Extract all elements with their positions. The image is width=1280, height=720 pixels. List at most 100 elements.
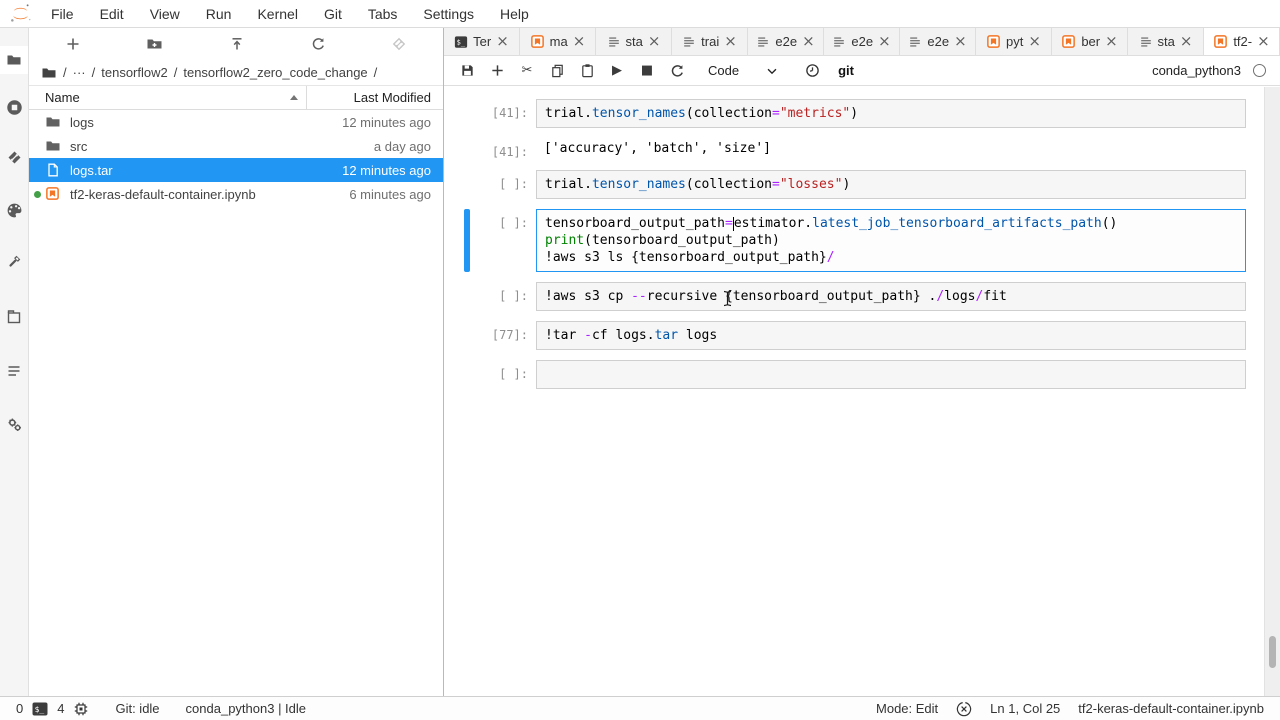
file-list-header: Name Last Modified bbox=[29, 85, 443, 110]
breadcrumb-segment[interactable]: tensorflow2 bbox=[101, 65, 167, 80]
tab-ter-0[interactable]: $_Ter× bbox=[444, 28, 520, 55]
close-icon[interactable]: × bbox=[954, 34, 967, 49]
tab-ma-1[interactable]: ma× bbox=[520, 28, 596, 55]
tab-e2e-4[interactable]: e2e× bbox=[748, 28, 824, 55]
notebook-cell[interactable]: [ ]:trial.tensor_names(collection="losse… bbox=[444, 170, 1246, 199]
column-name-label: Name bbox=[45, 90, 80, 105]
column-header-name[interactable]: Name bbox=[29, 86, 306, 109]
notebook-cell[interactable]: [77]:!tar -cf logs.tar logs bbox=[444, 321, 1246, 350]
git-button[interactable]: git bbox=[838, 63, 854, 78]
close-icon[interactable]: × bbox=[496, 34, 509, 49]
tab-tf2--10[interactable]: tf2-× bbox=[1204, 28, 1280, 55]
tab-ber-8[interactable]: ber × bbox=[1052, 28, 1128, 55]
cursor-position[interactable]: Ln 1, Col 25 bbox=[990, 701, 1060, 716]
cell-input[interactable]: trial.tensor_names(collection="metrics") bbox=[536, 99, 1246, 128]
notebook-content: [41]:trial.tensor_names(collection="metr… bbox=[444, 86, 1280, 696]
cut-icon[interactable]: ✂ bbox=[512, 63, 542, 79]
sidebar-git-icon[interactable] bbox=[0, 143, 28, 171]
menu-settings[interactable]: Settings bbox=[410, 6, 487, 22]
cell-type-dropdown[interactable]: Code bbox=[708, 63, 779, 78]
cell-input[interactable]: tensorboard_output_path=estimator.latest… bbox=[536, 209, 1246, 272]
tab-sta-2[interactable]: sta× bbox=[596, 28, 672, 55]
text-file-icon bbox=[682, 35, 696, 49]
close-icon[interactable]: × bbox=[648, 34, 661, 49]
run-icon[interactable]: ▶ bbox=[602, 63, 632, 79]
tab-e2e-5[interactable]: e2e× bbox=[824, 28, 900, 55]
cell-input[interactable]: trial.tensor_names(collection="losses") bbox=[536, 170, 1246, 199]
cell-input[interactable] bbox=[536, 360, 1246, 389]
close-icon[interactable]: × bbox=[1180, 34, 1193, 49]
menu-run[interactable]: Run bbox=[193, 6, 245, 22]
notebook-cell[interactable]: [ ]:tensorboard_output_path=estimator.la… bbox=[444, 209, 1246, 272]
sidebar-tabs-panel-icon[interactable] bbox=[0, 303, 28, 331]
menu-view[interactable]: View bbox=[137, 6, 193, 22]
code-line: !aws s3 ls {tensorboard_output_path}/ bbox=[545, 249, 1237, 266]
cell-input[interactable]: !tar -cf logs.tar logs bbox=[536, 321, 1246, 350]
cell-collapser-bar[interactable] bbox=[464, 209, 470, 272]
menu-help[interactable]: Help bbox=[487, 6, 542, 22]
close-icon[interactable]: × bbox=[1257, 34, 1270, 49]
save-icon[interactable] bbox=[452, 63, 482, 79]
list-icon bbox=[6, 363, 22, 379]
git-status[interactable]: Git: idle bbox=[115, 701, 159, 716]
notebook-scrollbar[interactable] bbox=[1264, 87, 1280, 696]
close-icon[interactable]: × bbox=[878, 34, 891, 49]
tabs-panel-icon bbox=[6, 309, 22, 325]
copy-icon[interactable] bbox=[542, 63, 572, 79]
sidebar-running-sessions-icon[interactable] bbox=[0, 93, 28, 121]
close-icon[interactable]: × bbox=[1105, 34, 1118, 49]
clock-icon[interactable] bbox=[805, 63, 820, 78]
new-launcher-icon[interactable] bbox=[65, 36, 81, 52]
cell-input[interactable]: !aws s3 cp --recursive {tensorboard_outp… bbox=[536, 282, 1246, 311]
new-folder-icon[interactable] bbox=[146, 36, 163, 52]
tab-pyt-7[interactable]: pyt× bbox=[976, 28, 1052, 55]
close-icon[interactable]: × bbox=[802, 34, 815, 49]
file-row[interactable]: logs.tar12 minutes ago bbox=[29, 158, 443, 182]
file-row[interactable]: tf2-keras-default-container.ipynb6 minut… bbox=[29, 182, 443, 206]
cell-prompt: [41]: bbox=[444, 99, 536, 128]
extensions-icon bbox=[6, 416, 23, 433]
git-diamond-icon bbox=[391, 36, 407, 52]
menu-git[interactable]: Git bbox=[311, 6, 355, 22]
sidebar-folder-icon[interactable] bbox=[0, 46, 28, 74]
tab-trai-3[interactable]: trai× bbox=[672, 28, 748, 55]
tab-label: ber bbox=[1081, 34, 1100, 49]
column-header-modified[interactable]: Last Modified bbox=[306, 86, 443, 109]
git-diamond-icon[interactable] bbox=[391, 36, 407, 52]
tab-e2e-6[interactable]: e2e× bbox=[900, 28, 976, 55]
notebook-mode[interactable]: Mode: Edit bbox=[876, 701, 938, 716]
close-icon[interactable]: × bbox=[1028, 34, 1041, 49]
sidebar-list-icon[interactable] bbox=[0, 357, 28, 385]
scrollbar-thumb[interactable] bbox=[1269, 636, 1276, 668]
sidebar-wrench-icon[interactable] bbox=[0, 248, 28, 276]
sidebar-extensions-icon[interactable] bbox=[0, 410, 28, 438]
text-file-icon bbox=[1139, 35, 1153, 49]
menu-tabs[interactable]: Tabs bbox=[355, 6, 411, 22]
menu-edit[interactable]: Edit bbox=[87, 6, 137, 22]
paste-icon[interactable] bbox=[572, 63, 602, 79]
menu-file[interactable]: File bbox=[38, 6, 87, 22]
kernels-count[interactable]: 4 bbox=[57, 701, 64, 716]
menu-kernel[interactable]: Kernel bbox=[244, 6, 310, 22]
breadcrumb-segment[interactable]: tensorflow2_zero_code_change bbox=[183, 65, 367, 80]
restart-icon[interactable] bbox=[662, 63, 692, 79]
tab-sta-9[interactable]: sta× bbox=[1128, 28, 1204, 55]
kernel-switcher[interactable]: conda_python3 bbox=[1152, 63, 1272, 78]
sidebar-palette-icon[interactable] bbox=[0, 196, 28, 224]
cell-prompt: [ ]: bbox=[444, 209, 536, 272]
stop-icon[interactable]: ■ bbox=[632, 63, 662, 79]
code-line: trial.tensor_names(collection="losses") bbox=[545, 176, 1237, 193]
breadcrumb-segment[interactable]: ··· bbox=[73, 65, 86, 80]
file-row[interactable]: logs12 minutes ago bbox=[29, 110, 443, 134]
notebook-cell[interactable]: [ ]:!aws s3 cp --recursive {tensorboard_… bbox=[444, 282, 1246, 311]
add-icon[interactable] bbox=[482, 63, 512, 79]
close-icon[interactable]: × bbox=[724, 34, 737, 49]
notebook-cell[interactable]: [41]:trial.tensor_names(collection="metr… bbox=[444, 99, 1246, 128]
notebook-cell[interactable]: [ ]: bbox=[444, 360, 1246, 389]
kernel-status[interactable]: conda_python3 | Idle bbox=[186, 701, 306, 716]
upload-icon[interactable] bbox=[229, 36, 245, 52]
terminals-count[interactable]: 0 bbox=[16, 701, 23, 716]
close-icon[interactable]: × bbox=[573, 34, 586, 49]
refresh-icon[interactable] bbox=[310, 36, 326, 52]
file-row[interactable]: srca day ago bbox=[29, 134, 443, 158]
